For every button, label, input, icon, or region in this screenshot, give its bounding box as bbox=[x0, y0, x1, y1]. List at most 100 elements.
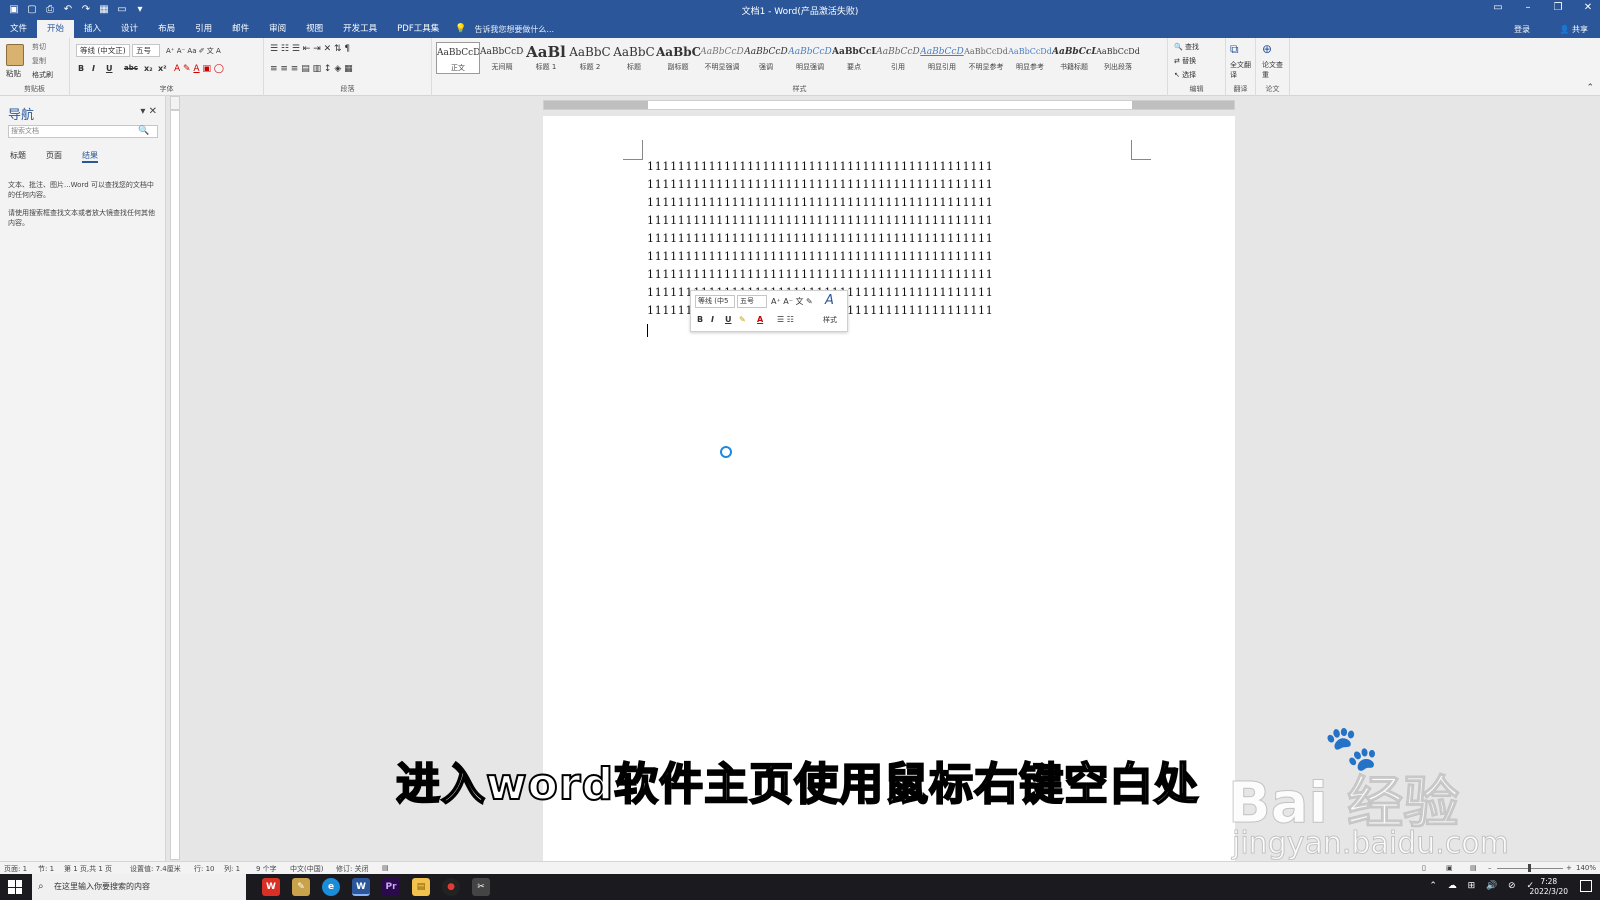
translate-icon[interactable]: ⧉ bbox=[1230, 42, 1239, 57]
style-heading-2[interactable]: AaBbC 标题 2 bbox=[568, 42, 612, 74]
paper-check-button[interactable]: 论文查重 bbox=[1262, 60, 1284, 80]
zoom-out-icon[interactable]: – bbox=[1488, 864, 1492, 872]
search-icon[interactable]: 🔍 bbox=[138, 126, 149, 136]
bold-button[interactable]: B bbox=[78, 64, 84, 73]
mini-font-color-icon[interactable]: A bbox=[757, 315, 763, 324]
replace-button[interactable]: ⇄ 替换 bbox=[1174, 56, 1196, 66]
align-left-icon[interactable]: ≡ ≡ ≡ ▤ ▥ ↕ ◈ ▦ bbox=[270, 64, 353, 74]
bullets-icon[interactable]: ☰ ☷ ☰ ⇤ ⇥ ✕ ⇅ ¶ bbox=[270, 44, 350, 54]
style-intense-quote[interactable]: AaBbCcD 明显引用 bbox=[920, 42, 964, 74]
mini-font-select[interactable]: 等线 (中5 bbox=[695, 295, 735, 308]
style-quote[interactable]: AaBbCcD 引用 bbox=[876, 42, 920, 74]
mini-grow-font-icon[interactable]: A⁺ A⁻ 文 ✎ bbox=[771, 296, 813, 307]
cut-button[interactable]: 剪切 bbox=[32, 42, 46, 52]
edge-icon[interactable]: e bbox=[322, 878, 340, 896]
tab-view[interactable]: 视图 bbox=[296, 20, 333, 38]
mini-underline-button[interactable]: U bbox=[725, 315, 732, 324]
taskbar-search[interactable]: ⌕ 在这里输入你要搜索的内容 bbox=[32, 874, 246, 900]
status-position[interactable]: 设置值: 7.4厘米 bbox=[130, 864, 181, 874]
style-strong[interactable]: AaBbCcD 要点 bbox=[832, 42, 876, 74]
copy-button[interactable]: 复制 bbox=[32, 56, 46, 66]
windows-start-icon[interactable] bbox=[8, 880, 22, 894]
mini-bold-button[interactable]: B bbox=[697, 315, 703, 324]
tab-layout[interactable]: 布局 bbox=[148, 20, 185, 38]
style-subtle-emphasis[interactable]: AaBbCcD 不明显强调 bbox=[700, 42, 744, 74]
style-subtitle[interactable]: AaBbC 副标题 bbox=[656, 42, 700, 74]
status-language[interactable]: 中文(中国) bbox=[290, 864, 323, 874]
file-explorer-icon[interactable]: ▤ bbox=[412, 878, 430, 896]
paste-button[interactable]: 粘贴 bbox=[6, 68, 21, 79]
nav-search-input[interactable]: 搜索文档 bbox=[8, 125, 158, 138]
pen-app-icon[interactable]: ✎ bbox=[292, 878, 310, 896]
close-button[interactable]: ✕ bbox=[1580, 2, 1596, 13]
tab-home[interactable]: 开始 bbox=[37, 20, 75, 38]
paper-check-icon[interactable]: ⊕ bbox=[1262, 42, 1272, 56]
nav-tab-headings[interactable]: 标题 bbox=[10, 150, 26, 163]
underline-button[interactable]: U bbox=[106, 64, 113, 73]
select-button[interactable]: ↖ 选择 bbox=[1174, 70, 1196, 80]
ribbon-display-icon[interactable]: ▭ bbox=[1490, 2, 1506, 13]
styles-icon[interactable]: A bbox=[825, 293, 834, 308]
mini-italic-button[interactable]: I bbox=[711, 315, 714, 324]
highlight-icon[interactable]: ✎ bbox=[739, 315, 746, 324]
font-size-select[interactable]: 五号 bbox=[132, 44, 160, 57]
style-no-spacing[interactable]: AaBbCcDd 无间隔 bbox=[480, 42, 524, 74]
web-layout-icon[interactable]: ▤ bbox=[1470, 864, 1477, 872]
status-pages[interactable]: 第 1 页,共 1 页 bbox=[64, 864, 112, 874]
login-link[interactable]: 登录 bbox=[1514, 24, 1530, 35]
tab-review[interactable]: 审阅 bbox=[259, 20, 296, 38]
zoom-level[interactable]: 140% bbox=[1576, 864, 1596, 872]
notification-icon[interactable] bbox=[1580, 880, 1592, 892]
style-heading-1[interactable]: AaBl 标题 1 bbox=[524, 42, 568, 74]
word-icon[interactable]: W bbox=[352, 878, 370, 896]
tell-me-box[interactable]: 告诉我您想要做什么... bbox=[474, 24, 554, 35]
tab-developer[interactable]: 开发工具 bbox=[333, 20, 387, 38]
font-name-select[interactable]: 等线 (中文正) bbox=[76, 44, 130, 57]
system-tray[interactable]: ⌃ ☁ ⊞ 🔊 ⊘ ✓ bbox=[1429, 881, 1538, 891]
italic-button[interactable]: I bbox=[92, 64, 95, 73]
style-normal[interactable]: AaBbCcDd 正文 bbox=[436, 42, 480, 74]
zoom-slider-thumb[interactable] bbox=[1528, 864, 1531, 872]
zoom-in-icon[interactable]: + bbox=[1566, 864, 1572, 872]
status-track[interactable]: 修订: 关闭 bbox=[336, 864, 369, 874]
style-subtle-reference[interactable]: AaBbCcDd 不明显参考 bbox=[964, 42, 1008, 74]
recorder-icon[interactable]: ● bbox=[442, 878, 460, 896]
read-mode-icon[interactable]: ▯ bbox=[1422, 864, 1426, 872]
status-page[interactable]: 页面: 1 bbox=[4, 864, 27, 874]
premiere-icon[interactable]: Pr bbox=[382, 878, 400, 896]
style-list-paragraph[interactable]: AaBbCcDd 列出段落 bbox=[1096, 42, 1140, 74]
style-emphasis[interactable]: AaBbCcD 强调 bbox=[744, 42, 788, 74]
subscript-button[interactable]: x₂ bbox=[144, 64, 153, 73]
strikethrough-button[interactable]: abc bbox=[124, 64, 138, 72]
font-color-icon[interactable]: A ✎ A ▣ ◯ bbox=[174, 64, 224, 74]
grow-font-icon[interactable]: A⁺ A⁻ Aa ✐ 文 A bbox=[166, 46, 221, 56]
macro-icon[interactable]: ▤ bbox=[382, 864, 389, 872]
style-intense-reference[interactable]: AaBbCcDd 明显参考 bbox=[1008, 42, 1052, 74]
status-col[interactable]: 列: 1 bbox=[224, 864, 240, 874]
mini-size-select[interactable]: 五号 bbox=[737, 295, 767, 308]
format-painter-button[interactable]: 格式刷 bbox=[32, 70, 53, 80]
tab-mailings[interactable]: 邮件 bbox=[222, 20, 259, 38]
minimize-button[interactable]: – bbox=[1520, 2, 1536, 13]
style-title[interactable]: AaBbC 标题 bbox=[612, 42, 656, 74]
tab-references[interactable]: 引用 bbox=[185, 20, 222, 38]
status-words[interactable]: 9 个字 bbox=[256, 864, 277, 874]
nav-tab-results[interactable]: 结果 bbox=[82, 150, 98, 163]
tab-design[interactable]: 设计 bbox=[111, 20, 148, 38]
status-section[interactable]: 节: 1 bbox=[38, 864, 54, 874]
restore-button[interactable]: ❐ bbox=[1550, 2, 1566, 13]
status-row[interactable]: 行: 10 bbox=[194, 864, 215, 874]
share-button[interactable]: 👤 共享 bbox=[1559, 24, 1588, 35]
ruler-tab-selector[interactable] bbox=[170, 96, 180, 110]
paste-icon[interactable] bbox=[6, 44, 24, 66]
style-intense-emphasis[interactable]: AaBbCcD 明显强调 bbox=[788, 42, 832, 74]
print-layout-icon[interactable]: ▣ bbox=[1446, 864, 1453, 872]
wps-icon[interactable]: W bbox=[262, 878, 280, 896]
tab-pdf-tools[interactable]: PDF工具集 bbox=[387, 20, 449, 38]
nav-tab-pages[interactable]: 页面 bbox=[46, 150, 62, 163]
clock[interactable]: 7:28 2022/3/20 bbox=[1530, 877, 1568, 897]
full-translate-button[interactable]: 全文翻译 bbox=[1230, 60, 1252, 80]
capcut-icon[interactable]: ✂ bbox=[472, 878, 490, 896]
collapse-ribbon-icon[interactable]: ⌃ bbox=[1586, 83, 1594, 93]
mini-styles-label[interactable]: 样式 bbox=[823, 315, 837, 325]
